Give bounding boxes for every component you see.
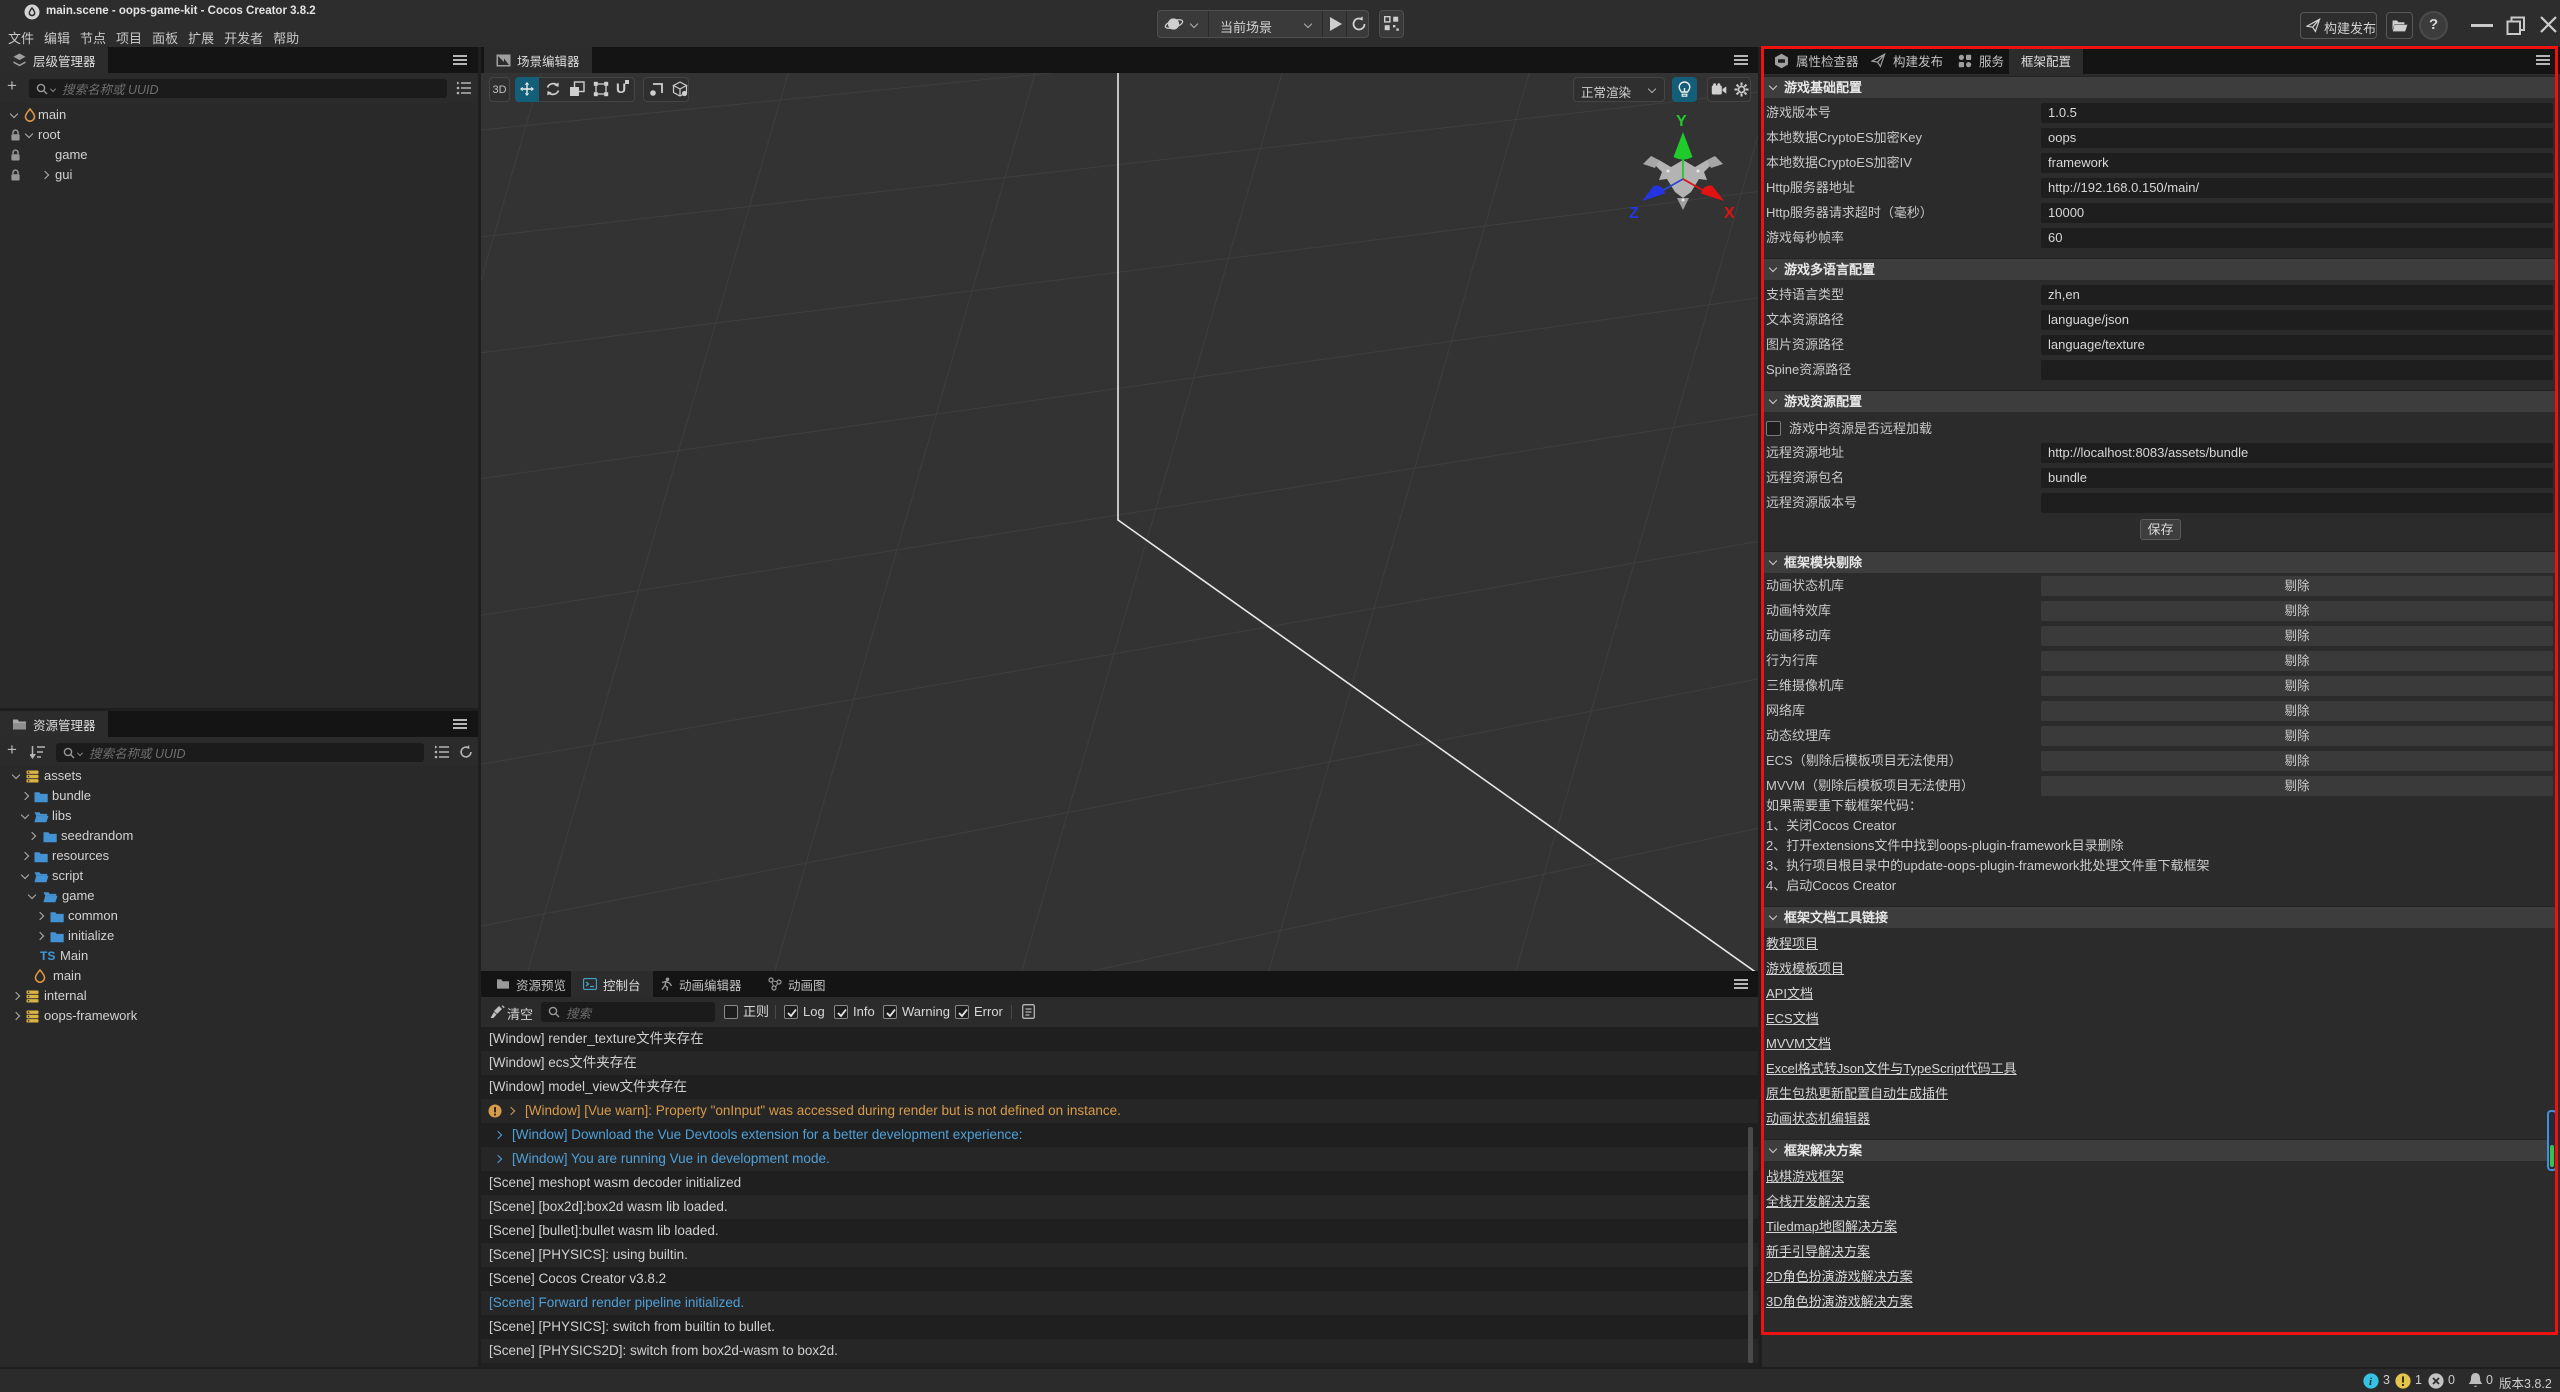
svg-text:Z: Z <box>1629 205 1639 220</box>
svg-text:X: X <box>1724 205 1735 220</box>
svg-text:Y: Y <box>1676 113 1687 130</box>
